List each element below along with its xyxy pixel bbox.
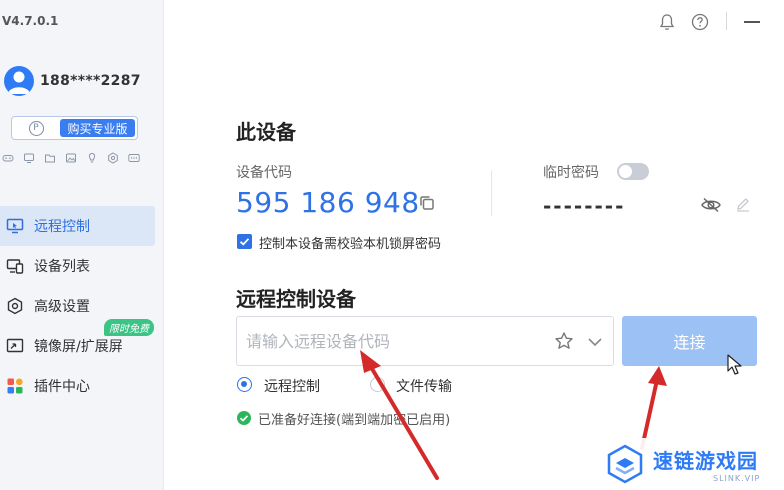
sidebar-item-mirror-screen[interactable]: 限时免费 镜像屏/扩展屏 [0, 319, 164, 366]
pro-badge: P [12, 117, 60, 139]
help-icon[interactable] [690, 12, 710, 32]
temp-password-label: 临时密码 [543, 165, 599, 181]
this-device-title: 此设备 [236, 120, 296, 144]
sidebar-item-device-list[interactable]: 设备列表 [0, 246, 164, 286]
watermark-title: 速链游戏园 [653, 449, 758, 473]
user-icon [8, 71, 30, 94]
hexagon-gear-icon [4, 295, 26, 317]
sidebar-item-remote-control[interactable]: 远程控制 [0, 206, 155, 246]
sidebar-item-plugin-center[interactable]: 插件中心 [0, 366, 164, 406]
sidebar-item-label: 远程控制 [34, 219, 90, 235]
site-watermark: 速链游戏园 SLINK.VIP [587, 438, 784, 490]
quick-tools [0, 151, 142, 165]
copy-icon[interactable] [418, 194, 436, 212]
lockscreen-verify-checkbox[interactable] [237, 234, 252, 249]
buy-pro-button[interactable]: P 购买专业版 [11, 116, 138, 140]
notification-bell-icon[interactable] [657, 12, 677, 32]
lockscreen-verify-label: 控制本设备需校验本机锁屏密码 [259, 237, 442, 252]
username: 188****2287 [40, 73, 141, 89]
topbar-divider [726, 12, 727, 30]
sidebar-item-label: 插件中心 [34, 379, 90, 395]
plugins-icon [4, 375, 26, 397]
pro-p-icon: P [28, 120, 44, 136]
chevron-down-icon[interactable] [586, 333, 604, 351]
temp-password-value: -------- [543, 194, 626, 218]
mode-remote-label: 远程控制 [264, 379, 320, 395]
mode-file-label: 文件传输 [396, 379, 452, 395]
remote-code-field [236, 316, 614, 366]
section-divider [491, 170, 492, 216]
monitor-icon[interactable] [21, 151, 37, 165]
ready-check-icon [237, 411, 251, 425]
watermark-logo-icon [607, 444, 643, 484]
settings-icon[interactable] [105, 151, 121, 165]
minimize-button[interactable] [744, 21, 760, 23]
device-code: 595 186 948 [236, 186, 420, 219]
check-icon [239, 238, 250, 246]
mode-remote-radio[interactable] [237, 377, 252, 392]
remote-control-title: 远程控制设备 [236, 287, 356, 311]
devices-icon [4, 255, 26, 277]
remote-desktop-icon [4, 215, 26, 237]
watermark-subtitle: SLINK.VIP [713, 474, 761, 483]
sidebar-item-label: 设备列表 [34, 259, 90, 275]
sidebar: V4.7.0.1 188****2287 P 购买专业版 远程控制 设备列表 高… [0, 0, 164, 490]
eye-off-icon[interactable] [700, 195, 722, 215]
app-version: V4.7.0.1 [2, 14, 59, 28]
remote-code-input[interactable] [237, 317, 547, 365]
gamepad-icon[interactable] [0, 151, 16, 165]
device-code-label: 设备代码 [236, 165, 292, 181]
buy-pro-label: 购买专业版 [60, 119, 135, 137]
limited-free-badge: 限时免费 [104, 319, 154, 336]
mouse-cursor-icon [727, 354, 742, 375]
bulb-icon[interactable] [84, 151, 100, 165]
mirror-screen-icon [4, 335, 26, 357]
image-icon[interactable] [63, 151, 79, 165]
more-icon[interactable] [126, 151, 142, 165]
folder-icon[interactable] [42, 151, 58, 165]
sidebar-item-label: 高级设置 [34, 299, 90, 315]
mode-file-radio[interactable] [370, 377, 385, 392]
star-favorite-icon[interactable] [554, 331, 574, 351]
temp-password-toggle[interactable] [617, 163, 649, 180]
arrow-to-connect [640, 366, 667, 450]
connection-status-text: 已准备好连接(端到端加密已启用) [258, 413, 451, 428]
edit-pen-icon[interactable] [735, 196, 751, 212]
sidebar-item-label: 镜像屏/扩展屏 [34, 339, 123, 355]
avatar[interactable] [4, 66, 34, 96]
sidebar-nav: 远程控制 设备列表 高级设置 限时免费 镜像屏/扩展屏 插件中心 [0, 206, 164, 406]
